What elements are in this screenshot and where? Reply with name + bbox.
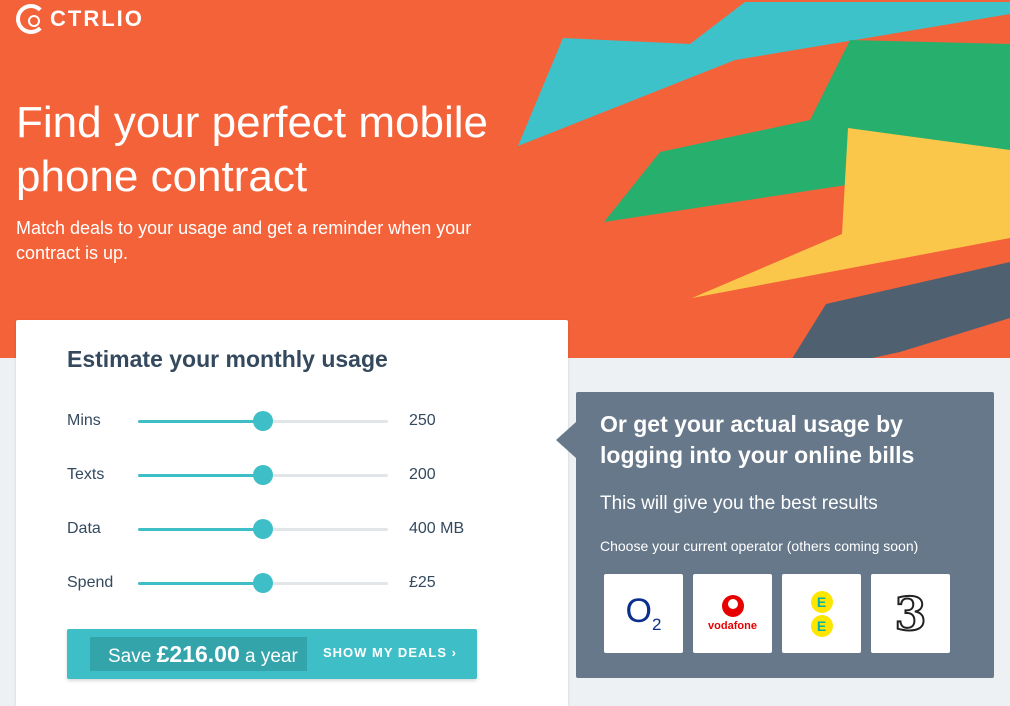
- logo-icon: [16, 4, 46, 34]
- slider-handle[interactable]: [253, 411, 273, 431]
- slider-row-spend: Spend £25: [67, 568, 527, 598]
- estimate-title: Estimate your monthly usage: [67, 346, 388, 373]
- slider-label: Mins: [67, 412, 101, 429]
- page-subtitle: Match deals to your usage and get a remi…: [16, 218, 472, 263]
- actual-title-pre: Or get your: [600, 411, 731, 437]
- slider-fill: [138, 582, 263, 585]
- spend-slider[interactable]: [138, 573, 388, 593]
- estimate-usage-card: Estimate your monthly usage Mins 250 Tex…: [16, 320, 568, 706]
- operator-hint: Choose your current operator (others com…: [600, 538, 919, 554]
- actual-usage-title: Or get your actual usage by logging into…: [600, 409, 980, 471]
- vodafone-wordmark: vodafone: [708, 620, 757, 632]
- estimate-title-bold: Estimate: [67, 346, 163, 372]
- brand-logo[interactable]: CTRLIO: [16, 4, 144, 34]
- save-suffix: a year: [239, 646, 298, 667]
- hero-banner: CTRLIO Find your perfect mobile phone co…: [0, 0, 1010, 358]
- operator-three-button[interactable]: 3: [871, 574, 950, 653]
- slider-fill: [138, 528, 263, 531]
- texts-slider[interactable]: [138, 465, 388, 485]
- operator-ee-button[interactable]: EE: [782, 574, 861, 653]
- slider-label: Texts: [67, 466, 105, 483]
- savings-cta-bar: Save £216.00 a year SHOW MY DEALS ›: [67, 629, 477, 679]
- slider-fill: [138, 420, 263, 423]
- slider-value: 200: [409, 466, 436, 483]
- save-prefix: Save: [108, 646, 157, 667]
- slider-handle[interactable]: [253, 519, 273, 539]
- slider-value: £25: [409, 574, 436, 591]
- estimate-title-rest: your monthly usage: [162, 346, 388, 372]
- slider-value: 250: [409, 412, 436, 429]
- slider-row-data: Data 400 MB: [67, 514, 527, 544]
- vodafone-speechmark-icon: [721, 595, 744, 617]
- operator-o2-button[interactable]: O2: [604, 574, 683, 653]
- savings-display: Save £216.00 a year: [90, 637, 307, 671]
- data-slider[interactable]: [138, 519, 388, 539]
- operator-list: O2 vodafone EE 3: [604, 574, 950, 653]
- ee-logo-icon: EE: [810, 590, 833, 637]
- slider-row-texts: Texts 200: [67, 460, 527, 490]
- slider-handle[interactable]: [253, 465, 273, 485]
- mins-slider[interactable]: [138, 411, 388, 431]
- page-title: Find your perfect mobile phone contract: [16, 98, 488, 201]
- slider-label: Spend: [67, 574, 114, 591]
- three-logo-icon: 3: [893, 586, 927, 642]
- slider-label: Data: [67, 520, 101, 537]
- slider-fill: [138, 474, 263, 477]
- slider-row-mins: Mins 250: [67, 406, 527, 436]
- o2-logo-icon: O2: [625, 592, 662, 634]
- actual-title-bold: actual usage: [730, 411, 870, 437]
- operator-vodafone-button[interactable]: vodafone: [693, 574, 772, 653]
- slider-handle[interactable]: [253, 573, 273, 593]
- actual-usage-subtitle: This will give you the best results: [600, 493, 878, 514]
- show-my-deals-button[interactable]: SHOW MY DEALS ›: [323, 629, 457, 679]
- actual-usage-card: Or get your actual usage by logging into…: [556, 392, 994, 678]
- save-amount: £216.00: [156, 641, 240, 667]
- vodafone-logo-icon: vodafone: [708, 595, 757, 632]
- slider-value: 400 MB: [409, 520, 465, 537]
- logo-text: CTRLIO: [50, 6, 144, 31]
